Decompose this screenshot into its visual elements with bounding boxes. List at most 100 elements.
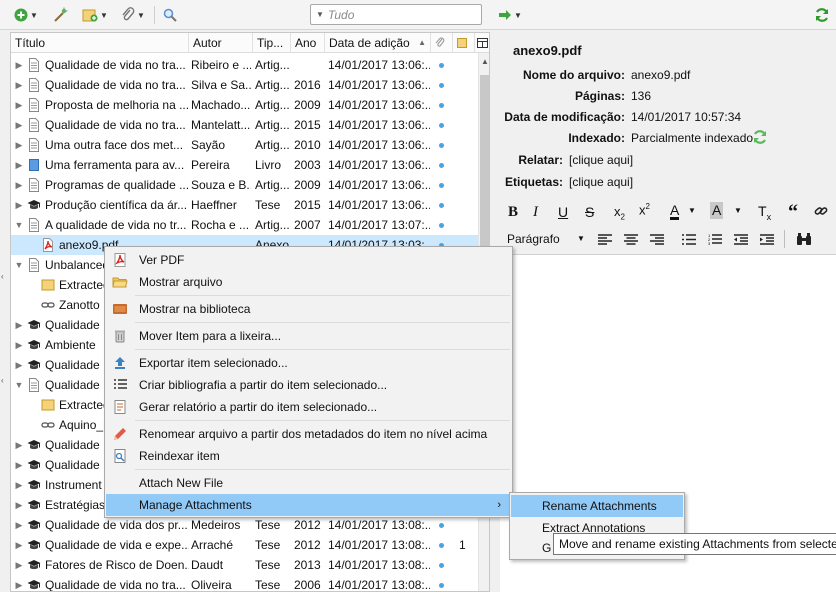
attachment-status-icon[interactable] [439,583,444,588]
search-box[interactable]: ▼ [310,4,482,25]
chevron-down-icon[interactable]: ▼ [13,255,25,275]
attachment-status-icon[interactable] [439,563,444,568]
chevron-right-icon[interactable]: ▶ [13,495,25,515]
column-notes[interactable] [453,33,475,53]
blockquote-button[interactable]: “ [788,201,798,224]
pane-collapse-left-icon[interactable]: ‹ [1,376,4,385]
align-right-icon[interactable] [650,234,664,245]
clear-formatting-button[interactable]: Tx [758,203,771,222]
chevron-right-icon[interactable]: ▶ [13,135,25,155]
search-mode-dropdown-icon[interactable]: ▼ [316,10,324,19]
strikethrough-button[interactable]: S [585,204,594,220]
indent-icon[interactable] [760,234,774,245]
new-item-button[interactable]: ▼ [12,5,40,25]
column-author[interactable]: Autor [189,33,253,53]
table-row[interactable]: ▶ Qualidade de vida no tra... Silva e Sa..… [11,75,478,95]
advanced-search-button[interactable] [160,5,180,25]
attachment-status-icon[interactable] [439,63,444,68]
table-row[interactable]: ▶ Uma outra face dos met... Sayão Artig... 2… [11,135,478,155]
table-row[interactable]: ▶ Qualidade de vida no tra... Ribeiro e ..… [11,55,478,75]
chevron-right-icon[interactable]: ▶ [13,575,25,591]
sync-button[interactable] [812,5,832,25]
menu-item-export[interactable]: Exportar item selecionado... [106,352,511,374]
attachment-status-icon[interactable] [439,123,444,128]
align-left-icon[interactable] [598,234,612,245]
chevron-right-icon[interactable]: ▶ [13,75,25,95]
italic-button[interactable]: I [533,204,538,221]
chevron-right-icon[interactable]: ▶ [13,435,25,455]
chevron-right-icon[interactable]: ▶ [13,335,25,355]
chevron-right-icon[interactable]: ▶ [13,55,25,75]
chevron-right-icon[interactable]: ▶ [13,155,25,175]
attachment-status-icon[interactable] [439,83,444,88]
chevron-right-icon[interactable]: ▶ [13,355,25,375]
chevron-right-icon[interactable]: ▶ [13,455,25,475]
chevron-right-icon[interactable]: ▶ [13,535,25,555]
chevron-down-icon[interactable]: ▼ [688,206,696,215]
table-row[interactable]: ▼ A qualidade de vida no tr... Rocha e ...… [11,215,478,235]
table-row[interactable]: ▶ Programas de qualidade ... Souza e B... A… [11,175,478,195]
chevron-down-icon[interactable]: ▼ [13,215,25,235]
chevron-right-icon[interactable]: ▶ [13,555,25,575]
menu-item-view-pdf[interactable]: Ver PDF [106,249,511,271]
chevron-down-icon[interactable]: ▼ [734,206,742,215]
table-row[interactable]: ▶ Qualidade de vida no tra... Mantelatt...… [11,115,478,135]
menu-item-create-bibliography[interactable]: Criar bibliografia a partir do item sele… [106,374,511,396]
attachment-status-icon[interactable] [439,163,444,168]
menu-item-attach-new-file[interactable]: Attach New File [106,472,511,494]
table-row[interactable]: ▶ Fatores de Risco de Doen... Daudt Tese 201… [11,555,478,575]
attachment-status-icon[interactable] [439,103,444,108]
chevron-right-icon[interactable]: ▶ [13,315,25,335]
new-note-button[interactable]: ▼ [80,5,110,25]
align-center-icon[interactable] [624,234,638,245]
table-row[interactable]: ▶ Uma ferramenta para av... Pereira Livro 20… [11,155,478,175]
table-row[interactable]: ▶ Produção científica da ár... Haeffner Tes… [11,195,478,215]
chevron-right-icon[interactable]: ▶ [13,95,25,115]
menu-item-rename-attachments[interactable]: Rename Attachments [511,495,683,517]
find-replace-icon[interactable] [796,232,812,246]
attachment-status-icon[interactable] [439,183,444,188]
column-attachments[interactable] [431,33,453,53]
chevron-down-icon[interactable]: ▼ [13,375,25,395]
search-input[interactable] [327,7,468,22]
link-button[interactable] [814,204,828,221]
chevron-right-icon[interactable]: ▶ [13,515,25,535]
column-title[interactable]: Título [11,33,189,53]
chevron-right-icon[interactable]: ▶ [13,175,25,195]
underline-button[interactable]: U [558,204,568,220]
text-color-button[interactable]: A [670,203,680,220]
menu-item-show-in-library[interactable]: Mostrar na biblioteca [106,298,511,320]
attachment-status-icon[interactable] [439,543,444,548]
table-row[interactable]: ▶ Qualidade de vida e expe... Arraché Tese 2… [11,535,478,555]
attachment-status-icon[interactable] [439,523,444,528]
paragraph-format-select[interactable]: Parágrafo ▼ [507,230,587,248]
menu-item-generate-report[interactable]: Gerar relatório a partir do item selecio… [106,396,511,418]
menu-item-rename-from-metadata[interactable]: Renomear arquivo a partir dos metadados … [106,423,511,445]
pane-collapse-left-icon[interactable]: ‹ [1,272,4,281]
bold-button[interactable]: B [508,204,518,221]
outdent-icon[interactable] [734,234,748,245]
attachment-status-icon[interactable] [439,143,444,148]
column-year[interactable]: Ano [291,33,325,53]
table-row[interactable]: ▶ Proposta de melhoria na ... Machado... Ar… [11,95,478,115]
chevron-right-icon[interactable]: ▶ [13,115,25,135]
chevron-right-icon[interactable]: ▶ [13,475,25,495]
attachment-status-icon[interactable] [439,223,444,228]
highlight-color-button[interactable]: A [710,202,724,219]
locate-button[interactable]: ▼ [494,5,526,25]
menu-item-show-file[interactable]: Mostrar arquivo [106,271,511,293]
table-row[interactable]: ▶ Qualidade de vida no tra... Oliveira Tese… [11,575,478,591]
superscript-button[interactable]: x2 [639,202,650,217]
add-attachment-button[interactable]: ▼ [118,5,148,25]
scroll-up-icon[interactable]: ▲ [481,57,489,66]
attachment-status-icon[interactable] [439,203,444,208]
scrollbar-thumb[interactable] [480,75,489,261]
subscript-button[interactable]: x2 [614,204,625,222]
column-date-added[interactable]: Data de adição ▲ [325,33,431,53]
numbered-list-icon[interactable]: 123 [708,233,722,245]
menu-item-manage-attachments[interactable]: Manage Attachments › [106,494,511,516]
indexed-status-icon[interactable] [752,129,768,148]
menu-item-move-to-trash[interactable]: Mover Item para a lixeira... [106,325,511,347]
column-type[interactable]: Tip... [253,33,291,53]
column-picker[interactable] [475,33,489,53]
